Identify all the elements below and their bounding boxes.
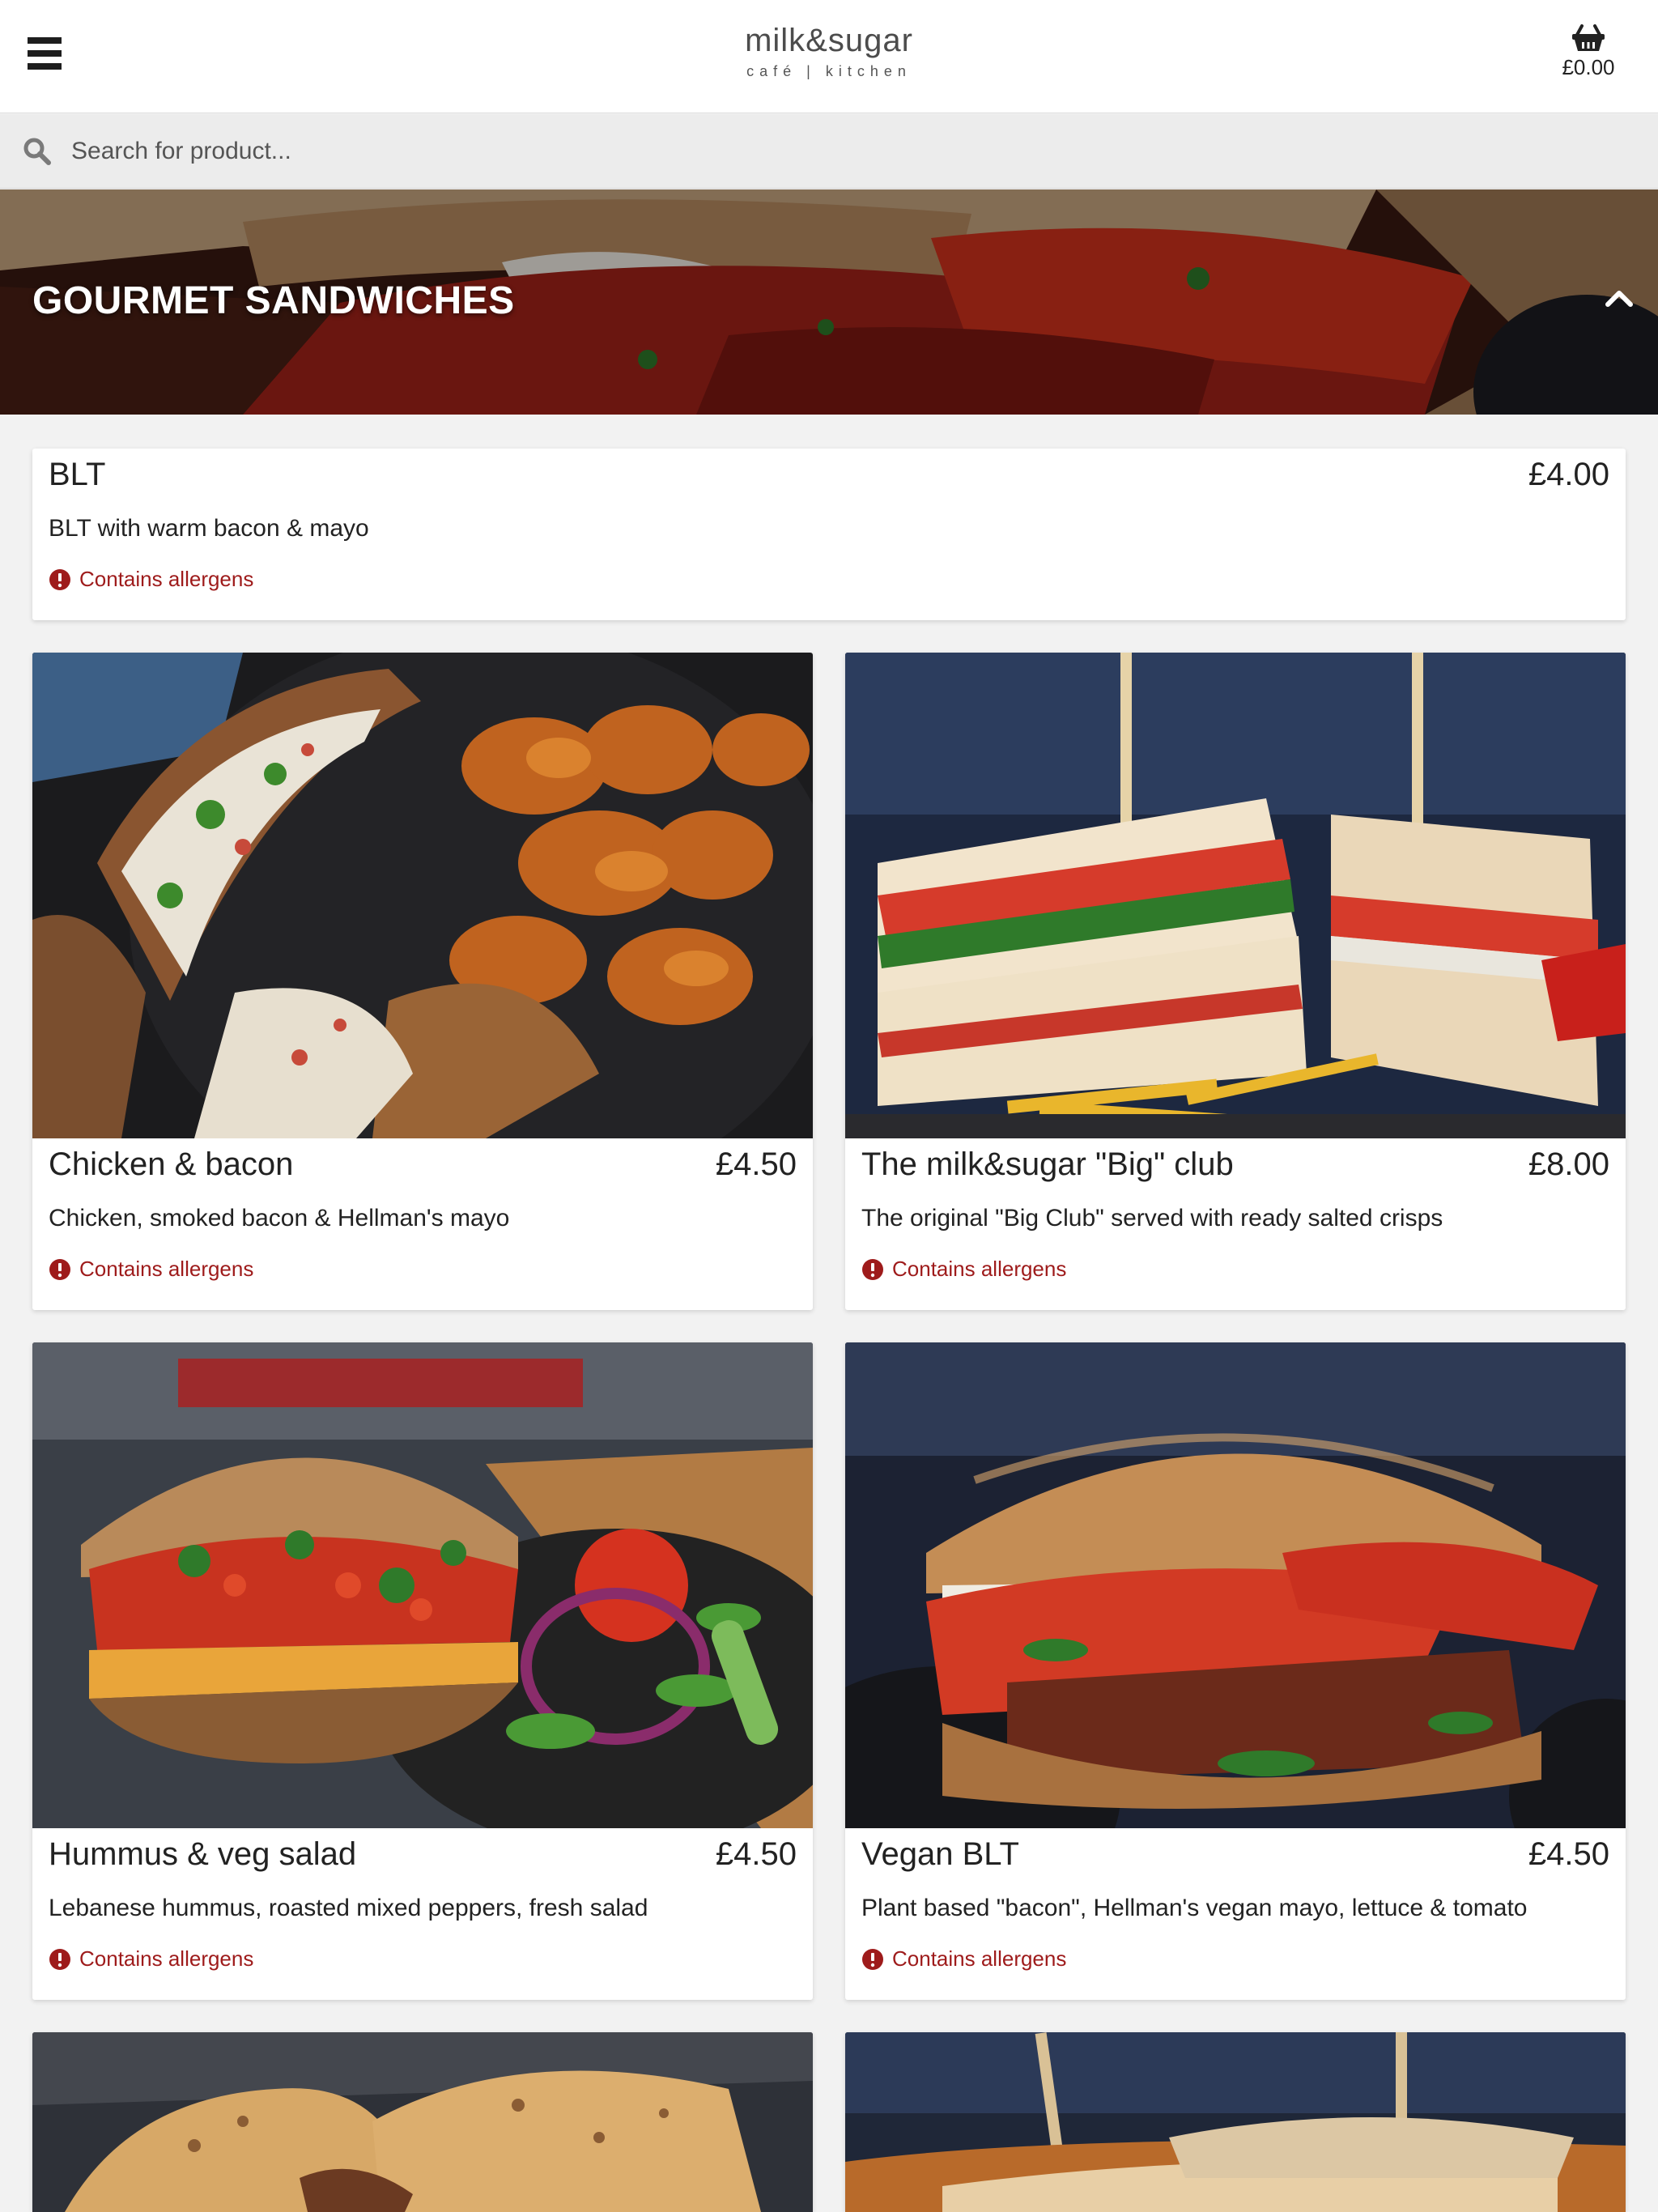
product-image: [845, 653, 1626, 1138]
product-price: £4.50: [1528, 1836, 1609, 1872]
allergen-label: Contains allergens: [79, 567, 254, 591]
alert-icon: [862, 1948, 883, 1970]
search-input[interactable]: [71, 129, 1609, 174]
allergen-label: Contains allergens: [892, 1257, 1067, 1281]
alert-icon: [862, 1258, 883, 1280]
product-price: £4.50: [715, 1836, 797, 1872]
product-name: Chicken & bacon: [49, 1146, 294, 1182]
product-card-chicken-bacon[interactable]: Chicken & bacon £4.50 Chicken, smoked ba…: [32, 653, 813, 1310]
chevron-up-icon[interactable]: [1603, 282, 1635, 314]
card-body: BLT £4.00 BLT with warm bacon & mayo Con…: [32, 449, 1626, 620]
product-card-hummus[interactable]: Hummus & veg salad £4.50 Lebanese hummus…: [32, 1342, 813, 2000]
basket-button[interactable]: £0.00: [1540, 24, 1637, 80]
alert-icon: [49, 1948, 70, 1970]
allergen-warning[interactable]: Contains allergens: [861, 1257, 1066, 1282]
product-description: The original "Big Club" served with read…: [861, 1205, 1443, 1231]
card-body: The milk&sugar "Big" club £8.00 The orig…: [845, 1138, 1626, 1310]
allergen-label: Contains allergens: [79, 1257, 254, 1281]
allergen-label: Contains allergens: [79, 1946, 254, 1971]
product-card-partial-left[interactable]: [32, 2032, 813, 2212]
logo[interactable]: milk&sugar café | kitchen: [0, 23, 1658, 79]
logo-main-text: milk&sugar: [745, 23, 913, 58]
product-image: [32, 1342, 813, 1828]
search-icon: [23, 138, 51, 165]
basket-icon: [1572, 24, 1605, 51]
category-title: GOURMET SANDWICHES: [32, 279, 515, 322]
basket-total: £0.00: [1562, 55, 1615, 79]
product-description: BLT with warm bacon & mayo: [49, 515, 369, 542]
product-card-blt[interactable]: BLT £4.00 BLT with warm bacon & mayo Con…: [32, 449, 1626, 620]
allergen-warning[interactable]: Contains allergens: [49, 1257, 253, 1282]
product-image: [845, 2032, 1626, 2212]
card-body: Hummus & veg salad £4.50 Lebanese hummus…: [32, 1828, 813, 2000]
product-name: Vegan BLT: [861, 1836, 1019, 1872]
product-image: [32, 653, 813, 1138]
search-bar: [0, 114, 1658, 189]
top-bar: milk&sugar café | kitchen £0.00: [0, 0, 1658, 113]
card-body: Vegan BLT £4.50 Plant based "bacon", Hel…: [845, 1828, 1626, 2000]
allergen-warning[interactable]: Contains allergens: [49, 567, 253, 592]
product-description: Chicken, smoked bacon & Hellman's mayo: [49, 1205, 510, 1231]
allergen-label: Contains allergens: [892, 1946, 1067, 1971]
category-banner[interactable]: GOURMET SANDWICHES: [0, 189, 1658, 415]
allergen-warning[interactable]: Contains allergens: [861, 1946, 1066, 1972]
alert-icon: [49, 568, 70, 590]
card-body: Chicken & bacon £4.50 Chicken, smoked ba…: [32, 1138, 813, 1310]
product-image: [845, 1342, 1626, 1828]
product-name: Hummus & veg salad: [49, 1836, 357, 1872]
product-name: The milk&sugar "Big" club: [861, 1146, 1234, 1182]
product-description: Lebanese hummus, roasted mixed peppers, …: [49, 1895, 648, 1921]
product-description: Plant based "bacon", Hellman's vegan may…: [861, 1895, 1528, 1921]
product-price: £8.00: [1528, 1146, 1609, 1182]
product-card-vegan-blt[interactable]: Vegan BLT £4.50 Plant based "bacon", Hel…: [845, 1342, 1626, 2000]
product-price: £4.50: [715, 1146, 797, 1182]
allergen-warning[interactable]: Contains allergens: [49, 1946, 253, 1972]
logo-sub-text: café | kitchen: [746, 63, 912, 79]
product-name: BLT: [49, 457, 106, 492]
product-price: £4.00: [1528, 457, 1609, 492]
product-card-partial-right[interactable]: [845, 2032, 1626, 2212]
alert-icon: [49, 1258, 70, 1280]
product-image: [32, 2032, 813, 2212]
product-card-big-club[interactable]: The milk&sugar "Big" club £8.00 The orig…: [845, 653, 1626, 1310]
